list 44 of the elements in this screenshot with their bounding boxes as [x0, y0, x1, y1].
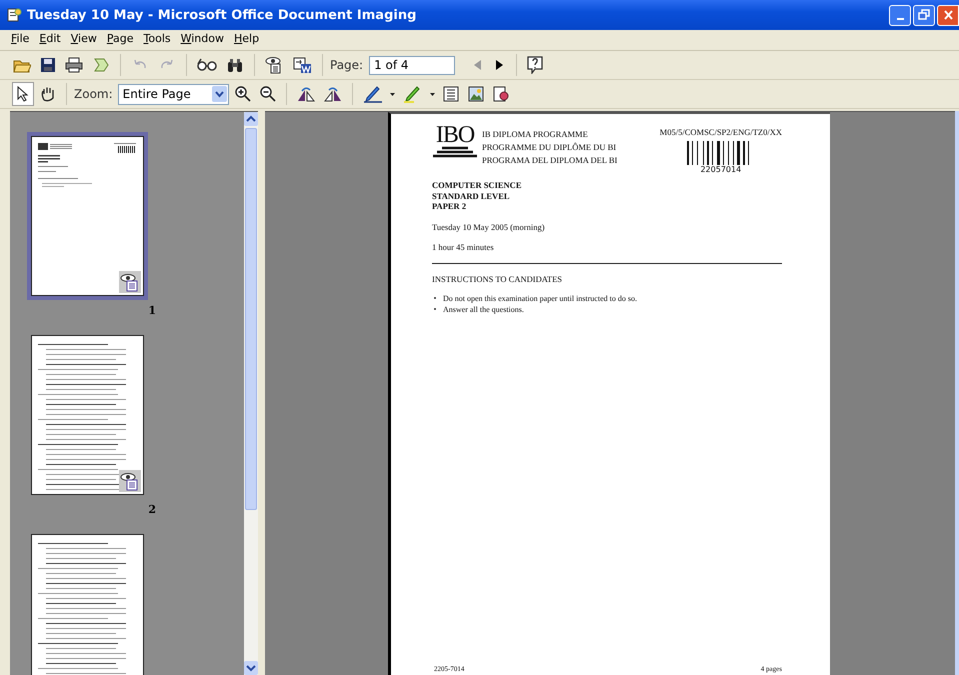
caret-icon [212, 86, 227, 102]
instructions-heading: INSTRUCTIONS TO CANDIDATES [432, 274, 564, 284]
instruction-text: Answer all the questions. [443, 304, 524, 314]
minimize-button[interactable] [889, 4, 911, 26]
restore-icon [918, 9, 930, 21]
menu-item[interactable]: View [70, 32, 97, 50]
exam-date: Tuesday 10 May 2005 (morning) [432, 222, 546, 232]
page-number: 1 [148, 304, 156, 317]
scrollbar[interactable] [244, 112, 258, 675]
exam-duration: 1 hour 45 minutes [432, 242, 495, 252]
scroll-up-button[interactable] [244, 112, 258, 126]
menu-item[interactable]: Window [180, 32, 224, 50]
barcode-number: 22057014 [700, 165, 742, 174]
logo-text: IBO [436, 124, 474, 146]
close-button[interactable] [937, 4, 959, 26]
subject-heading: STANDARD LEVEL [432, 190, 511, 201]
menu-item[interactable]: Edit [39, 32, 61, 50]
page-label: Page: [330, 58, 364, 72]
zoom-dropdown[interactable]: Entire Page [118, 84, 229, 104]
pointer-icon[interactable] [12, 82, 34, 106]
reference-code: M05/5/COMSC/SP2/ENG/TZ0/XX [660, 126, 782, 139]
programme-name: PROGRAMME DU DIPLÔME DU BI [482, 141, 618, 154]
scroll-down-button[interactable] [244, 661, 258, 675]
menu-item[interactable]: Tools [144, 32, 171, 50]
window-title: Tuesday 10 May - Microsoft Office Document Imaging [27, 8, 418, 22]
scroll-thumb[interactable] [245, 128, 257, 510]
menu-item[interactable]: File [11, 32, 30, 50]
instruction-text: Do not open this examination paper until instructed to do so. [443, 294, 637, 302]
zoom-label: Zoom: [74, 87, 113, 101]
close-icon [943, 9, 953, 21]
menu-item[interactable]: Page [106, 32, 134, 50]
app-icon [6, 7, 22, 23]
programme-name: IB DIPLOMA PROGRAMME [482, 128, 589, 141]
menu-item[interactable]: Help [234, 32, 260, 50]
subject-heading: PAPER 2 [432, 201, 468, 212]
stripes-icon [432, 146, 478, 158]
page-thumbnail[interactable] [31, 136, 144, 296]
restore-button[interactable] [913, 4, 935, 26]
programme-name: PROGRAMA DEL DIPLOMA DEL BI [482, 154, 618, 167]
page-field[interactable]: 1 of 4 [369, 56, 456, 74]
minimize-icon [896, 18, 904, 20]
subject-heading: COMPUTER SCIENCE [432, 180, 522, 190]
page-number: 2 [148, 503, 156, 516]
scrollbar[interactable] [955, 111, 959, 675]
